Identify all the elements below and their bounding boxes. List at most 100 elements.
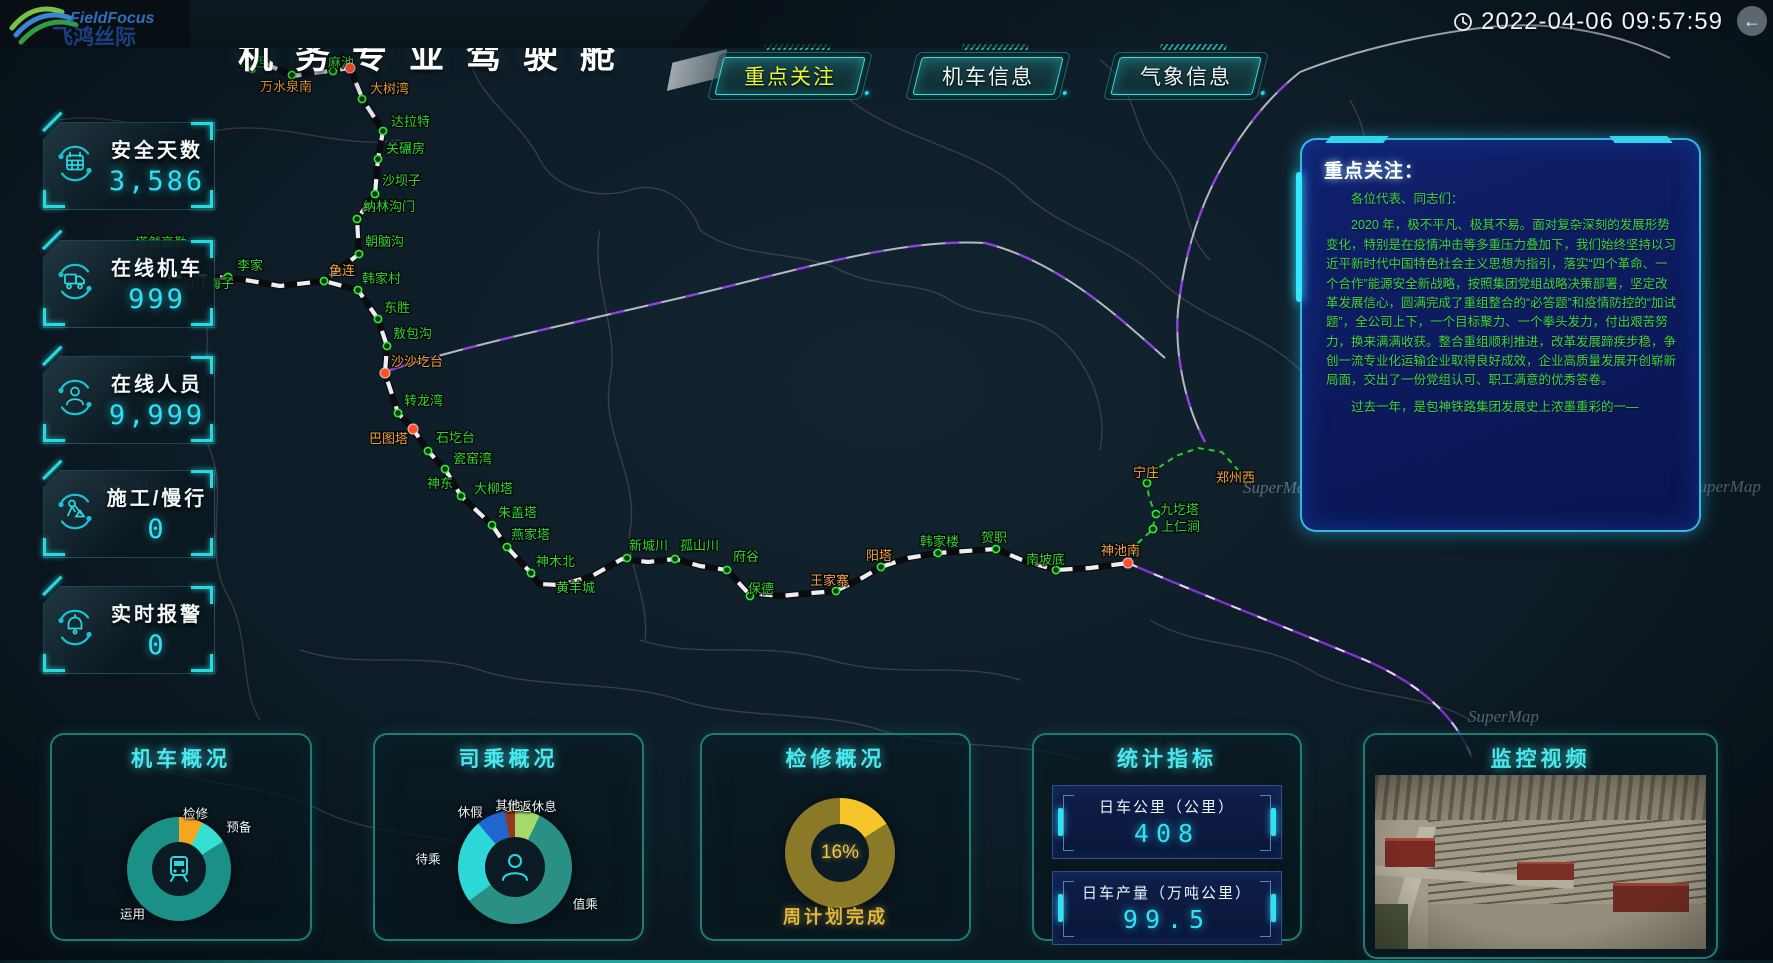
station-marker[interactable] (503, 543, 510, 550)
station-marker[interactable] (374, 315, 381, 322)
white-dash-line (1128, 563, 1472, 758)
station-marker[interactable] (934, 549, 941, 556)
station-marker[interactable] (457, 492, 464, 499)
station-marker[interactable] (723, 566, 730, 573)
loco-donut-chart[interactable]: 检修7.56%预备8.56%运用83.88% (52, 735, 310, 939)
station-label: 黄羊城 (556, 580, 595, 595)
station-marker[interactable] (1143, 479, 1150, 486)
key-focus-panel[interactable]: 重点关注： 各位代表、同志们： 2020 年，极不平凡、极其不易。面对复杂深刻的… (1300, 138, 1701, 532)
tab-key-focus[interactable]: 重点关注 (714, 57, 865, 95)
station-marker[interactable] (371, 190, 378, 197)
station-label: 巴图塔 (369, 431, 408, 446)
stat-label: 实时报警 (104, 598, 210, 627)
stat-label: 施工/慢行 (104, 482, 210, 511)
station-label: 色连 (329, 263, 355, 278)
station-label: 韩家村 (362, 271, 401, 286)
crew-donut-hole (485, 837, 545, 897)
station-marker[interactable] (877, 563, 884, 570)
station-marker[interactable] (358, 95, 365, 102)
title-band (190, 0, 710, 48)
stat-value: 0 (104, 514, 210, 545)
station-label: 关碾房 (386, 141, 425, 156)
donut-label: 待乘23.89% (415, 852, 440, 867)
white-line (390, 242, 1165, 370)
maintenance-donut-hole: 16% (811, 824, 869, 882)
video-feed[interactable] (1375, 775, 1706, 949)
back-button[interactable]: ← (1737, 6, 1767, 36)
station-label: 贺职 (981, 530, 1007, 545)
station-marker[interactable] (353, 215, 360, 222)
donut-label: 休假8.19% (458, 805, 483, 820)
donut-label: 其他3% (495, 799, 520, 814)
station-label: 转龙湾 (404, 393, 443, 408)
metric-bracket (1063, 795, 1074, 851)
station-marker[interactable] (527, 569, 534, 576)
weekly-plan-percent: 16% (821, 842, 859, 864)
logo-text-en: FieldFocus (70, 10, 155, 27)
station-marker[interactable] (383, 342, 390, 349)
stat-label: 安全天数 (104, 134, 210, 163)
train-icon (162, 852, 196, 886)
key-station-marker[interactable] (1123, 558, 1133, 568)
back-arrow-icon: ← (1743, 11, 1761, 32)
clock-area: 2022-04-06 09:57:59 (1453, 8, 1723, 36)
stat-card-4: 施工/慢行 0 (43, 470, 215, 558)
donut-label: 运用83.88% (120, 908, 145, 923)
station-marker[interactable] (1152, 510, 1159, 517)
station-marker[interactable] (1052, 566, 1059, 573)
station-label: 大树湾 (370, 81, 409, 96)
tab-locomotive-info[interactable]: 机车信息 (912, 57, 1063, 95)
video-panel-title: 监控视频 (1365, 743, 1716, 773)
metric-accent (1271, 808, 1276, 836)
focus-panel-accent-right (1609, 136, 1672, 143)
station-marker[interactable] (992, 545, 999, 552)
stat-value: 999 (104, 284, 210, 315)
white-line (1177, 72, 1300, 442)
station-marker[interactable] (394, 409, 401, 416)
loco-donut-hole (152, 842, 206, 896)
station-marker[interactable] (488, 521, 495, 528)
station-marker[interactable] (424, 447, 431, 454)
logo-text-cn: 飞鸿丝际 (52, 25, 136, 47)
station-marker[interactable] (379, 127, 386, 134)
station-label: 大柳塔 (474, 481, 513, 496)
boundary-line (950, 300, 1102, 450)
stat-card-2: 在线机车999 (43, 240, 215, 328)
stat-card-3: 在线人员9,999 (43, 356, 215, 444)
station-marker[interactable] (441, 465, 448, 472)
tab-focus-outer: 重点关注 (707, 52, 873, 100)
station-label: 神池南 (1101, 543, 1140, 558)
metric-bracket (1260, 881, 1271, 937)
tab-weather-info[interactable]: 气象信息 (1110, 57, 1261, 95)
station-marker[interactable] (671, 555, 678, 562)
railway-line-dashes (240, 58, 1128, 596)
alarm-icon (52, 605, 98, 656)
station-marker[interactable] (832, 587, 839, 594)
dashboard-stage: 河西麻池万水泉南大树湾达拉特关碾房沙坝子纳林沟门朝脑沟李家色连韩家村东胜敖包沟沙… (0, 0, 1773, 963)
person-icon (52, 375, 98, 426)
station-label: 新城川 (629, 538, 668, 553)
station-marker[interactable] (374, 155, 381, 162)
station-label: 府谷 (733, 549, 759, 564)
station-marker[interactable] (1149, 525, 1156, 532)
key-station-marker[interactable] (408, 424, 418, 434)
stat-label: 在线人员 (104, 368, 210, 397)
locomotive-icon (52, 259, 98, 310)
station-marker[interactable] (320, 277, 327, 284)
key-station-marker[interactable] (380, 368, 390, 378)
station-marker[interactable] (623, 554, 630, 561)
station-label: 沙坝子 (382, 173, 421, 188)
station-label: 韩家楼 (920, 534, 959, 549)
daily-km-label: 日车公里（公里） (1053, 796, 1281, 817)
railway-line (240, 58, 1128, 596)
daily-km-metric: 日车公里（公里） 408 (1052, 785, 1282, 859)
datetime-text: 2022-04-06 09:57:59 (1481, 8, 1723, 36)
station-marker[interactable] (354, 286, 361, 293)
maintenance-donut-chart[interactable]: 16% 周计划完成 (702, 735, 969, 939)
crew-donut-chart[interactable]: 折返休息7.11%值乘57.81%待乘23.89%休假8.19%其他3% (375, 735, 642, 939)
statistics-panel: 统计指标 日车公里（公里） 408 日车产量（万吨公里） 99.5 (1032, 733, 1302, 941)
focus-paragraph: 2020 年，极不平凡、极其不易。面对复杂深刻的发展形势变化，特别是在疫情冲击等… (1326, 216, 1677, 390)
metric-bracket (1260, 795, 1271, 851)
station-marker[interactable] (355, 250, 362, 257)
station-label: 燕家塔 (511, 527, 550, 542)
